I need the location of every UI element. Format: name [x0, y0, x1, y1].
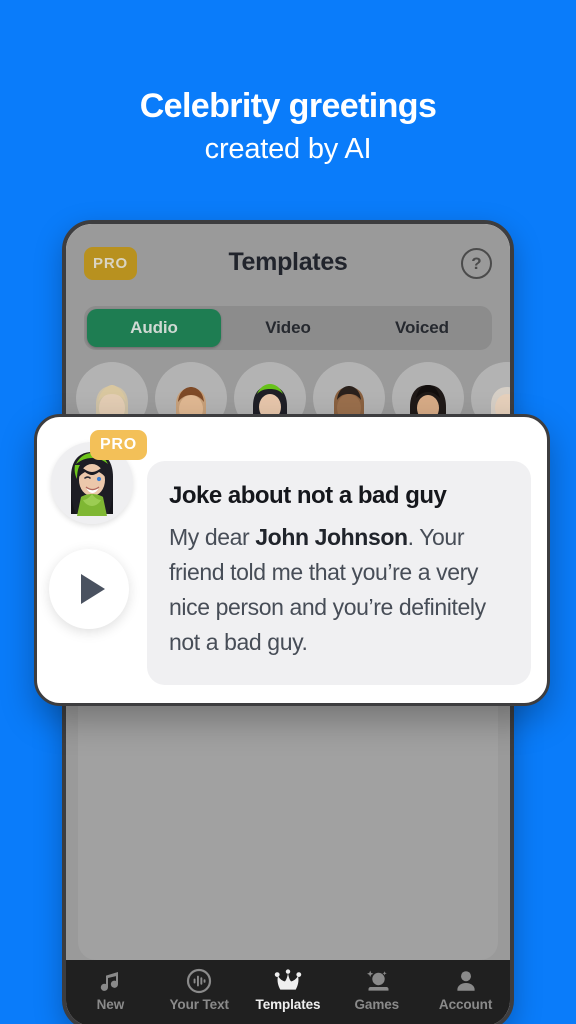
help-icon[interactable]: ? [461, 248, 492, 279]
headline: Celebrity greetings created by AI [0, 86, 576, 168]
tab-templates[interactable]: Templates [244, 967, 333, 1012]
tab-voiced[interactable]: Voiced [355, 309, 489, 347]
page-title: Templates [228, 248, 348, 276]
headline-secondary: created by AI [204, 133, 372, 165]
play-button[interactable] [49, 549, 129, 629]
person-icon [454, 967, 478, 994]
popup-title: Joke about not a bad guy [169, 482, 447, 509]
tab-label: Account [438, 997, 493, 1012]
body-prefix: My dear [169, 524, 256, 550]
tab-label: Games [354, 997, 400, 1012]
segmented-control[interactable]: Audio Video Voiced [84, 306, 492, 350]
tab-games[interactable]: Games [332, 967, 421, 1012]
waveform-circle-icon [186, 967, 212, 994]
popup-body: My dear John Johnson. Your friend told m… [169, 520, 509, 660]
tab-your-text[interactable]: Your Text [155, 967, 244, 1012]
bottom-tab-bar[interactable]: New Your Text Templates Games Account [66, 960, 510, 1024]
tab-account[interactable]: Account [421, 967, 510, 1012]
body-name: John Johnson [255, 524, 408, 550]
tab-video[interactable]: Video [221, 309, 355, 347]
headline-primary: Celebrity greetings [139, 87, 437, 125]
tab-label: Your Text [169, 997, 229, 1012]
tab-audio[interactable]: Audio [87, 309, 221, 347]
template-preview-popup[interactable]: PRO Joke about not a bad guy My dear Joh… [34, 414, 550, 706]
music-note-icon [98, 967, 122, 994]
app-header: PRO Templates ? [66, 224, 510, 302]
tab-new[interactable]: New [66, 967, 155, 1012]
pro-badge[interactable]: PRO [90, 430, 147, 460]
tab-label: New [96, 997, 125, 1012]
jester-hat-icon [274, 967, 302, 994]
play-icon [80, 574, 105, 604]
popup-avatar-wrap: PRO [51, 430, 147, 524]
popup-text-bubble: Joke about not a bad guy My dear John Jo… [147, 461, 531, 685]
tab-label: Templates [255, 997, 321, 1012]
promo-screenshot: Celebrity greetings created by AI PRO Te… [0, 0, 576, 1024]
joystick-sparkle-icon [364, 967, 390, 994]
